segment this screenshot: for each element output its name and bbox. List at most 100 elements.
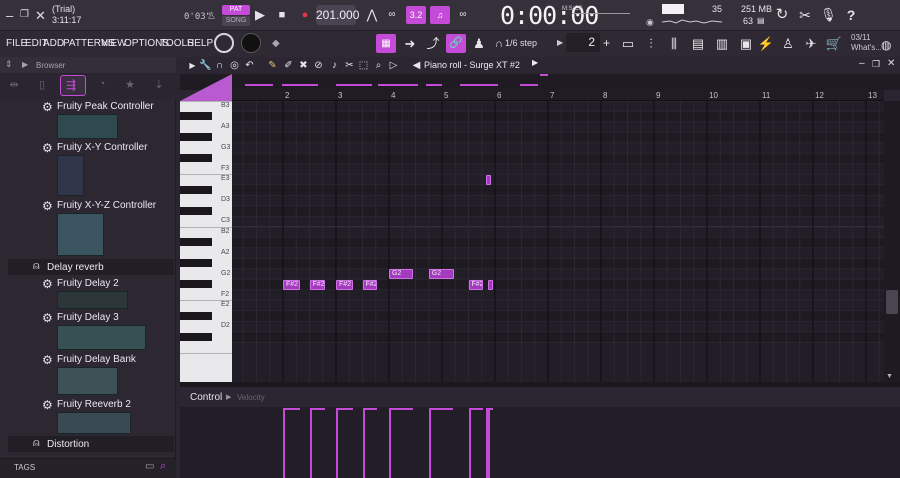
play-icon[interactable]: ▶ [252,7,268,23]
globe-icon[interactable]: ◍ [881,38,891,52]
midi-note[interactable]: F#2 [336,279,354,290]
touch-keyboard-icon[interactable]: ♙ [779,35,797,53]
black-key[interactable] [180,259,212,268]
browser-arrow-icon[interactable]: ▶ [22,60,28,69]
pattern-prev-icon[interactable]: ▶ [557,38,563,47]
pat-toggle[interactable]: PAT [222,5,250,15]
black-key[interactable] [180,206,212,215]
microphone-icon[interactable]: 🎙 [820,7,837,23]
mixer-view-icon[interactable]: ⫼ [665,35,683,53]
song-toggle[interactable]: SONG [222,16,250,26]
master-volume-knob[interactable] [214,33,234,53]
browser-item[interactable]: Fruity Delay 2 [57,278,119,289]
piano-keyboard[interactable]: B3 A3 G3 F3 E3 D3 C3 B2 A2 G2 F2 E2 D2 [180,101,232,382]
pattern-overview[interactable] [180,74,900,90]
title-arrow-icon[interactable]: ▶ [532,58,538,67]
pr-close-icon[interactable]: ✕ [887,58,895,69]
search-tab-icon[interactable]: ⇣ [150,78,168,94]
midi-note[interactable]: F#2 [362,279,378,290]
channel-rack-icon[interactable]: ▤ [689,35,707,53]
pitch-slider-icon[interactable]: ◆ [272,38,280,49]
note-grid[interactable] [232,101,884,382]
help-icon[interactable]: ? [843,7,859,23]
black-key[interactable] [180,133,212,142]
time-display[interactable]: 0:00:00 [500,1,599,30]
tempo-display[interactable]: 201.000 [316,5,359,25]
pencil-icon[interactable]: ✎ [266,58,279,73]
pattern-number[interactable]: 2 [566,33,600,52]
tutorial-icon[interactable]: ✈ [802,35,820,53]
blend-notes-icon[interactable]: ♫ [430,6,450,24]
velocity-lane[interactable] [180,407,900,478]
midi-note[interactable] [485,174,492,185]
scroll-down-icon[interactable]: ▼ [886,373,893,380]
link-icon[interactable]: 🔗 [446,34,466,53]
browser-item[interactable]: Fruity Reeverb 2 [57,399,131,410]
black-key[interactable] [180,112,212,121]
master-pitch-knob[interactable] [241,33,261,53]
playback-icon[interactable]: ▷ [387,58,400,73]
mute-icon[interactable]: ⊘ [312,58,325,73]
tag-folder-icon[interactable]: ▭ [145,461,154,472]
refresh-icon[interactable]: ↻ [774,7,790,23]
stamp-icon[interactable]: ♟ [470,35,488,53]
pr-menu-arrow-icon[interactable]: ▶ [186,58,199,73]
all-tab-icon[interactable]: ⇹ [5,78,23,94]
menu-file[interactable]: FILE [6,38,27,49]
black-key[interactable] [180,154,212,163]
restore-icon[interactable]: ❐ [20,9,29,20]
playlist-icon[interactable]: ▦ [376,34,396,53]
menu-help[interactable]: HELP [187,38,213,49]
velocity-bar[interactable] [283,408,285,478]
menu-view[interactable]: VIEW [101,38,127,49]
control-label[interactable]: Control [190,392,222,403]
midi-note[interactable]: G2 [428,269,454,280]
velocity-bar[interactable] [468,408,471,478]
undo-icon[interactable]: ↶ [243,58,256,73]
loop-record-icon[interactable]: ∞ [455,7,471,23]
browser-item[interactable]: Fruity Delay Bank [57,354,136,365]
snap-step-selector[interactable]: 1/6 step [505,34,553,52]
playlist-view-icon[interactable]: ▭ [619,35,637,53]
vertical-scrollbar[interactable] [884,101,900,382]
midi-note[interactable]: F#2 [468,279,484,290]
paint-icon[interactable]: ✐ [282,58,295,73]
countdown-icon[interactable]: 3.2 [406,6,426,24]
midi-note[interactable]: F#2 [309,279,326,290]
black-key[interactable] [180,185,212,194]
pr-restore-icon[interactable]: ❐ [872,59,880,70]
velocity-bar[interactable] [485,408,488,478]
slip-icon[interactable]: ♪ [328,58,341,73]
zoom-icon[interactable]: ⌕ [372,58,385,73]
shop-cart-icon[interactable]: 🛒 [825,35,843,53]
piano-roll-view-icon[interactable]: ⫶ [642,35,660,53]
plugin-database-icon[interactable]: ▣ [737,35,755,53]
samples-tab-icon[interactable]: ◔ [93,78,111,94]
add-pattern-icon[interactable]: + [603,36,610,50]
folder-label[interactable]: Distortion [47,439,89,450]
browser-item[interactable]: Fruity X-Y Controller [57,142,147,153]
velocity-bar[interactable] [428,408,431,478]
minimize-icon[interactable]: – [6,8,13,23]
project-tab-icon[interactable]: ▯ [33,78,51,94]
arrow-right-icon[interactable]: ➜ [401,35,419,53]
menu-add[interactable]: ADD [43,38,64,49]
midi-note[interactable] [487,279,493,290]
browser-item[interactable]: Fruity X-Y-Z Controller [57,200,156,211]
tags-label[interactable]: TAGS [14,463,35,472]
speaker-icon[interactable]: ◀ [410,58,423,73]
plug-icon[interactable]: ⚡ [757,35,775,53]
velocity-bar[interactable] [336,408,338,478]
wait-input-icon[interactable]: ∞ [384,7,400,23]
tools-icon[interactable]: ✂ [797,7,813,23]
metronome-icon[interactable]: ⋀ [364,7,380,23]
browser-up-icon[interactable]: ⇕ [5,59,13,70]
metronome-small-icon[interactable]: ♙ [207,11,216,22]
delete-icon[interactable]: ✖ [297,58,310,73]
stop-icon[interactable]: ■ [274,7,290,23]
select-icon[interactable]: ⬚ [357,58,370,73]
black-key[interactable] [180,238,212,247]
velocity-bar[interactable] [309,408,312,478]
control-arrow-icon[interactable]: ▶ [226,393,231,401]
favorites-tab-icon[interactable]: ★ [121,78,139,94]
